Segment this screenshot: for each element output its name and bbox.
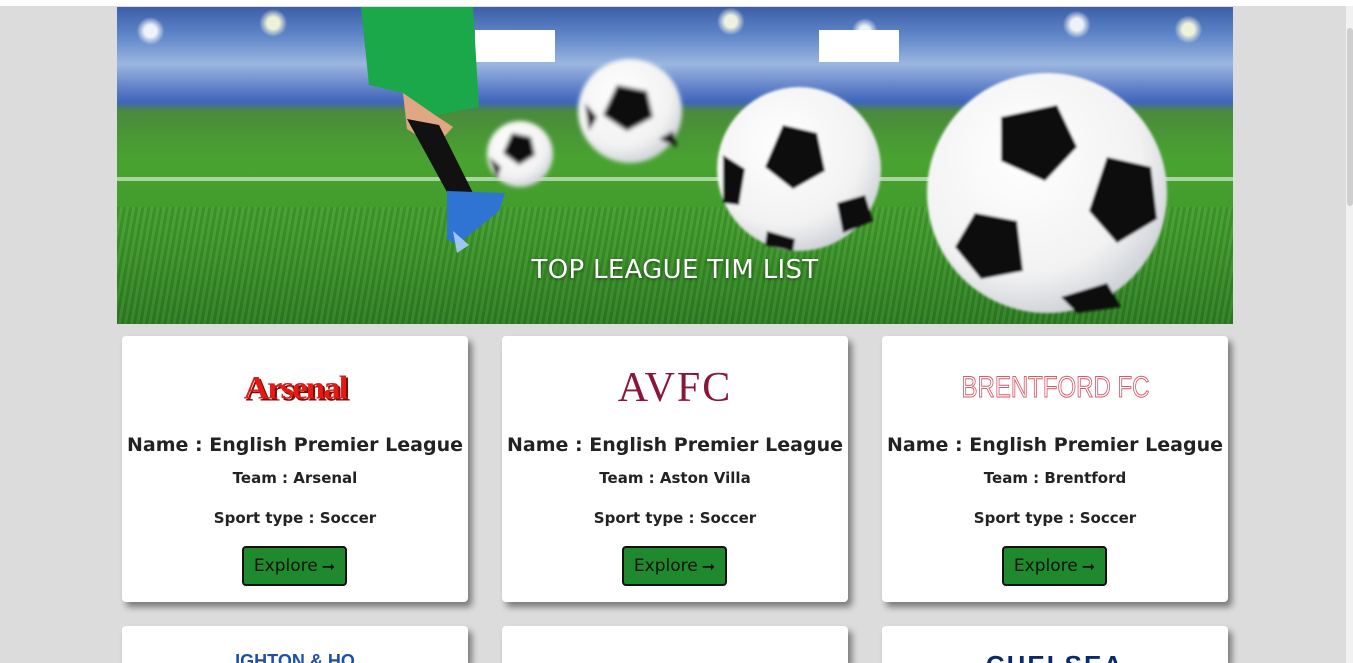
team-card-brentford: BRENTFORD FC Name : English Premier Leag… bbox=[882, 336, 1228, 602]
sport-type: Sport type : Soccer bbox=[213, 509, 377, 527]
arsenal-logo: Arsenal bbox=[243, 369, 349, 407]
explore-button-label: Explore bbox=[633, 556, 698, 576]
team-card-arsenal: Arsenal Name : English Premier League Te… bbox=[122, 336, 468, 602]
explore-button[interactable]: Explore ➞ bbox=[242, 546, 347, 586]
arrow-right-icon: ➞ bbox=[701, 556, 716, 576]
explore-button[interactable]: Explore ➞ bbox=[1002, 546, 1107, 586]
arrow-right-icon: ➞ bbox=[1081, 556, 1096, 576]
team-name: Team : Aston Villa bbox=[599, 469, 751, 487]
arrow-right-icon: ➞ bbox=[321, 556, 336, 576]
explore-button-label: Explore bbox=[253, 556, 318, 576]
team-card-partial: IGHTON & HO bbox=[122, 626, 468, 663]
team-card-partial: CHELSEA bbox=[882, 626, 1228, 663]
soccer-ball-large bbox=[717, 87, 881, 251]
league-name: Name : English Premier League bbox=[886, 434, 1223, 456]
team-name: Team : Arsenal bbox=[232, 469, 358, 487]
team-logo: Arsenal bbox=[122, 362, 468, 414]
page-scrollbar[interactable] bbox=[1346, 6, 1353, 663]
player-legs bbox=[361, 7, 505, 253]
sport-type: Sport type : Soccer bbox=[973, 509, 1137, 527]
team-card-partial bbox=[502, 626, 848, 663]
avfc-logo: AVFC bbox=[617, 365, 733, 411]
team-logo: AVFC bbox=[502, 362, 848, 414]
team-card-aston-villa: AVFC Name : English Premier League Team … bbox=[502, 336, 848, 602]
team-name: Team : Brentford bbox=[983, 469, 1127, 487]
explore-button[interactable]: Explore ➞ bbox=[622, 546, 727, 586]
scrollbar-thumb[interactable] bbox=[1347, 28, 1353, 206]
hero-banner: TOP LEAGUE TIM LIST bbox=[117, 7, 1233, 324]
brentford-logo: BRENTFORD FC bbox=[961, 371, 1150, 405]
browser-top-edge bbox=[0, 0, 1353, 6]
banner-title: TOP LEAGUE TIM LIST bbox=[531, 255, 819, 285]
chelsea-logo: CHELSEA bbox=[882, 650, 1228, 663]
soccer-ball-medium-blur bbox=[578, 59, 682, 163]
brighton-logo: IGHTON & HO bbox=[235, 651, 355, 663]
explore-button-label: Explore bbox=[1013, 556, 1078, 576]
team-logo: BRENTFORD FC bbox=[882, 362, 1228, 414]
sport-type: Sport type : Soccer bbox=[593, 509, 757, 527]
league-name: Name : English Premier League bbox=[506, 434, 843, 456]
league-name: Name : English Premier League bbox=[126, 434, 463, 456]
soccer-ball-small bbox=[487, 121, 553, 187]
